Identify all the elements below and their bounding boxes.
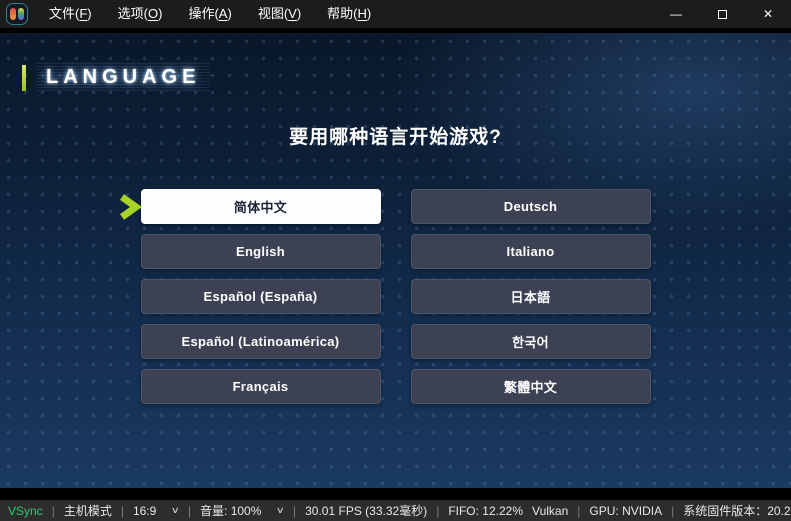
header-accent-bar xyxy=(22,65,26,91)
app-icon xyxy=(7,4,27,24)
statusbar-volume[interactable]: 音量: 100% ∨ xyxy=(200,502,284,519)
statusbar-separator: | xyxy=(436,504,439,518)
page-title: LANGUAGE xyxy=(36,63,210,92)
statusbar-separator: | xyxy=(293,504,296,518)
aspect-ratio-chevron-down-icon: ∨ xyxy=(171,505,180,516)
language-button-zh-hans[interactable]: 简体中文 xyxy=(141,189,381,224)
menu-bar: 文件(F) 选项(O) 操作(A) 视图(V) 帮助(H) xyxy=(36,0,384,28)
language-button-italian[interactable]: Italiano xyxy=(411,234,651,269)
menu-options[interactable]: 选项(O) xyxy=(105,0,176,28)
language-column-right: Deutsch Italiano 日本語 한국어 繁體中文 xyxy=(411,189,651,404)
language-button-grid: 简体中文 English Español (España) Español (L… xyxy=(141,189,651,404)
statusbar-separator: | xyxy=(121,504,124,518)
language-select-screen: LANGUAGE 要用哪种语言开始游戏? 简体中文 English Españo… xyxy=(0,33,791,488)
titlebar: 文件(F) 选项(O) 操作(A) 视图(V) 帮助(H) — ✕ xyxy=(0,0,791,28)
statusbar-firmware-version: 系统固件版本：20.2.0 xyxy=(683,502,791,519)
language-button-es-es[interactable]: Español (España) xyxy=(141,279,381,314)
statusbar-gpu: GPU: NVIDIA xyxy=(589,504,662,518)
language-button-french[interactable]: Français xyxy=(141,369,381,404)
language-question: 要用哪种语言开始游戏? xyxy=(0,122,791,149)
language-button-korean[interactable]: 한국어 xyxy=(411,324,651,359)
language-button-japanese[interactable]: 日本語 xyxy=(411,279,651,314)
statusbar-fifo: FIFO: 12.22% xyxy=(448,504,523,518)
language-button-zh-hant[interactable]: 繁體中文 xyxy=(411,369,651,404)
statusbar-right-group: Vulkan | GPU: NVIDIA | 系统固件版本：20.2.0 xyxy=(532,502,791,519)
minimize-button[interactable]: — xyxy=(653,0,699,28)
language-button-english[interactable]: English xyxy=(141,234,381,269)
selection-cursor-icon xyxy=(117,193,142,221)
statusbar-separator: | xyxy=(52,504,55,518)
minimize-icon: — xyxy=(670,7,682,21)
menu-help[interactable]: 帮助(H) xyxy=(314,0,384,28)
language-column-left: 简体中文 English Español (España) Español (L… xyxy=(141,189,381,404)
menu-view[interactable]: 视图(V) xyxy=(245,0,314,28)
volume-chevron-down-icon: ∨ xyxy=(276,505,285,516)
bottom-divider xyxy=(0,488,791,500)
statusbar-vsync[interactable]: VSync xyxy=(8,504,43,518)
menu-actions[interactable]: 操作(A) xyxy=(175,0,244,28)
statusbar-dock-mode[interactable]: 主机模式 xyxy=(64,502,112,519)
screen-header: LANGUAGE xyxy=(0,33,791,92)
language-button-es-419[interactable]: Español (Latinoamérica) xyxy=(141,324,381,359)
menu-file[interactable]: 文件(F) xyxy=(36,0,105,28)
statusbar-separator: | xyxy=(577,504,580,518)
app-window: 文件(F) 选项(O) 操作(A) 视图(V) 帮助(H) — ✕ LANGUA… xyxy=(0,0,791,521)
maximize-icon xyxy=(718,10,727,19)
maximize-button[interactable] xyxy=(699,0,745,28)
language-button-german[interactable]: Deutsch xyxy=(411,189,651,224)
statusbar-fps: 30.01 FPS (33.32毫秒) xyxy=(305,502,427,519)
statusbar-separator: | xyxy=(671,504,674,518)
close-button[interactable]: ✕ xyxy=(745,0,791,28)
statusbar-aspect-ratio[interactable]: 16:9 ∨ xyxy=(133,504,179,518)
window-controls: — ✕ xyxy=(653,0,791,28)
close-icon: ✕ xyxy=(763,7,773,21)
statusbar-backend: Vulkan xyxy=(532,504,568,518)
statusbar-separator: | xyxy=(188,504,191,518)
status-bar: VSync | 主机模式 | 16:9 ∨ | 音量: 100% ∨ | 30.… xyxy=(0,500,791,521)
